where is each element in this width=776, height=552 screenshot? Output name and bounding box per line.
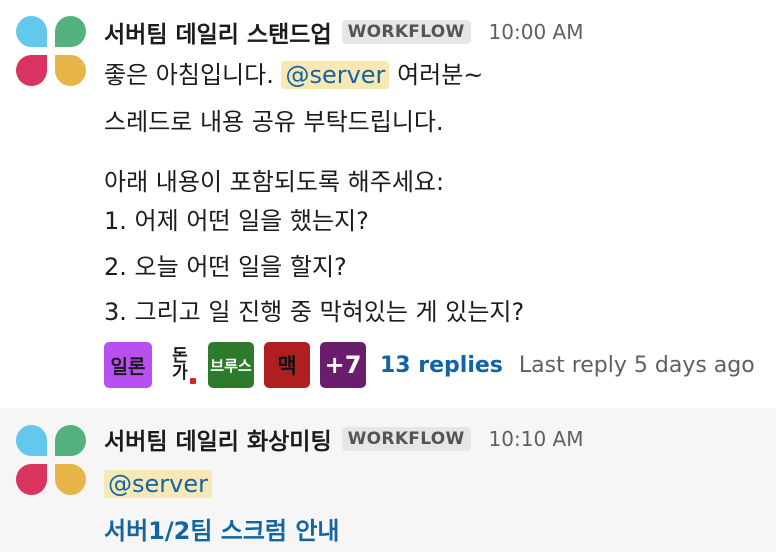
logo-petal-green — [55, 425, 86, 456]
reply-bar: 일론 돈 가 브루스 맥 +7 13 replies Last reply 5 … — [104, 342, 755, 388]
logo-petal-red — [16, 464, 47, 495]
more-participants-icon[interactable]: +7 — [320, 342, 366, 388]
logo-petal-green — [55, 16, 86, 47]
red-stamp-icon — [190, 378, 196, 384]
logo-petal-blue — [16, 425, 47, 456]
scrum-guide-link[interactable]: 서버1/2팀 스크럼 안내 — [104, 511, 340, 546]
custom-emoji-mac-icon[interactable]: 맥 — [264, 342, 310, 388]
custom-emoji-ilon-icon[interactable]: 일론 — [104, 342, 152, 388]
message-video-meeting: 서버팀 데일리 화상미팅 WORKFLOW 10:10 AM @server 서… — [0, 408, 776, 552]
timestamp[interactable]: 10:00 AM — [489, 20, 584, 44]
mention-server[interactable]: @server — [281, 61, 390, 89]
emoji-label: 맥 — [277, 354, 297, 378]
message-line: 1. 어제 어떤 일을 했는지? — [104, 207, 369, 235]
greeting-text: 좋은 아침입니다. — [104, 61, 282, 89]
workflow-badge: WORKFLOW — [341, 427, 471, 451]
greeting-suffix: 여러분~ — [389, 61, 484, 89]
message-header: 서버팀 데일리 화상미팅 WORKFLOW 10:10 AM — [104, 423, 583, 455]
custom-emoji-donga-icon[interactable]: 돈 가 — [162, 342, 198, 388]
mention-server[interactable]: @server — [104, 470, 212, 498]
message-line: 3. 그리고 일 진행 중 막혀있는 게 있는지? — [104, 298, 525, 326]
replies-link[interactable]: 13 replies — [380, 353, 503, 378]
emoji-overflow-count: +7 — [324, 351, 362, 379]
workflow-avatar-logo[interactable] — [16, 16, 86, 86]
logo-petal-blue — [16, 16, 47, 47]
logo-petal-yellow — [55, 464, 86, 495]
logo-petal-red — [16, 55, 47, 86]
message-line: 2. 오늘 어떤 일을 할지? — [104, 253, 347, 281]
timestamp[interactable]: 10:10 AM — [489, 427, 584, 451]
custom-emoji-bruce-icon[interactable]: 브루스 — [208, 342, 254, 388]
message-standup: 서버팀 데일리 스탠드업 WORKFLOW 10:00 AM 좋은 아침입니다.… — [0, 0, 776, 408]
logo-petal-yellow — [55, 55, 86, 86]
emoji-label: 브루스 — [210, 356, 252, 375]
message-line: 스레드로 내용 공유 부탁드립니다. — [104, 108, 444, 136]
workflow-badge: WORKFLOW — [341, 20, 471, 44]
message-header: 서버팀 데일리 스탠드업 WORKFLOW 10:00 AM — [104, 16, 583, 48]
message-line: 아래 내용이 포함되도록 해주세요: — [104, 168, 445, 196]
workflow-avatar-logo[interactable] — [16, 425, 86, 495]
last-reply-text: Last reply 5 days ago — [518, 352, 755, 378]
emoji-label: 일론 — [110, 355, 146, 378]
message-line: 좋은 아침입니다. @server 여러분~ — [104, 59, 483, 91]
sender-name[interactable]: 서버팀 데일리 스탠드업 — [104, 15, 332, 49]
emoji-label-bottom: 가 — [172, 363, 188, 383]
sender-name[interactable]: 서버팀 데일리 화상미팅 — [104, 422, 332, 456]
message-line: @server — [104, 468, 212, 500]
